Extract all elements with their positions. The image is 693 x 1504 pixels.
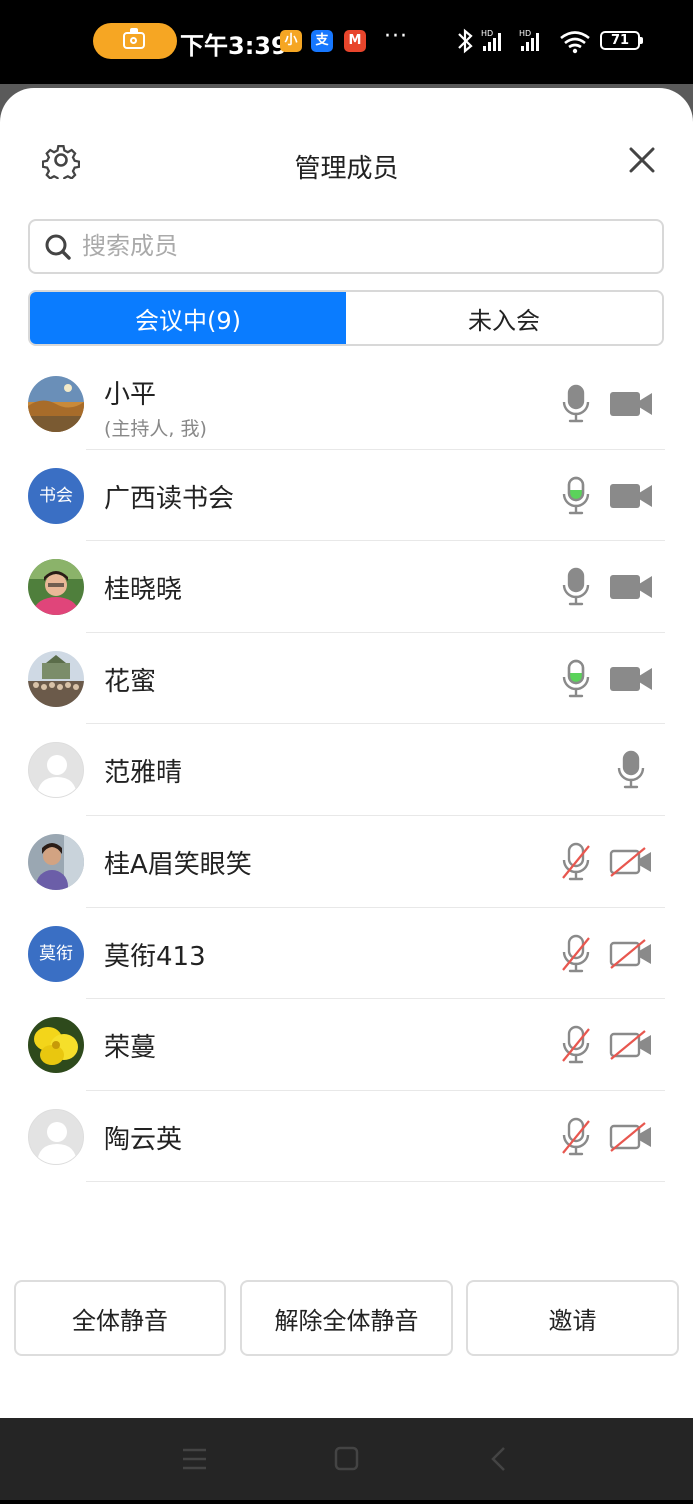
menu-icon [183, 1448, 206, 1470]
member-name: 莫衔413 [104, 941, 206, 972]
search-input[interactable] [82, 227, 642, 265]
member-name: 荣蔓 [104, 1033, 157, 1064]
svg-text:HD: HD [481, 29, 493, 38]
member-role: (主持人, 我) [104, 418, 207, 440]
avatar: 莫衔 [28, 925, 84, 982]
tab-not-joined[interactable]: 未入会 [346, 292, 662, 344]
mic-muted-icon[interactable] [561, 934, 591, 974]
avatar [28, 1108, 84, 1165]
member-row[interactable]: 范雅晴 [0, 724, 693, 816]
svg-text:HD: HD [519, 29, 531, 38]
mute-all-button[interactable]: 全体静音 [14, 1280, 226, 1356]
mic-muted-icon[interactable] [561, 842, 591, 882]
member-name: 小平 [104, 380, 157, 410]
system-nav-bar [0, 1418, 693, 1500]
unmute-all-button[interactable]: 解除全体静音 [240, 1280, 453, 1356]
video-off-icon[interactable] [609, 1121, 653, 1152]
video-camera-icon[interactable] [609, 572, 653, 602]
video-camera-icon[interactable] [609, 664, 653, 694]
video-off-icon[interactable] [609, 938, 653, 969]
signal-icon: HD [481, 29, 501, 51]
microphone-icon[interactable] [561, 567, 591, 607]
manage-members-sheet: 管理成员 会议中(9) 未入会 小平 (主持人, 我) 书会广西读书会桂晓晓花蜜范雅… [0, 88, 693, 1418]
battery-icon: 71 [600, 31, 643, 50]
member-name: 广西读书会 [104, 483, 235, 514]
avatar [28, 650, 84, 707]
search-box[interactable] [28, 219, 664, 274]
video-camera-icon[interactable] [609, 481, 653, 511]
member-row[interactable]: 桂A眉笑眼笑 [0, 816, 693, 908]
more-notifications-icon: ··· [384, 24, 408, 49]
member-row[interactable]: 陶云英 [0, 1091, 693, 1183]
app-notification-icon-2: M [344, 30, 366, 52]
member-row[interactable]: 花蜜 [0, 633, 693, 725]
video-off-icon[interactable] [609, 1030, 653, 1061]
microphone-icon[interactable] [561, 659, 591, 699]
video-camera-icon[interactable] [609, 389, 653, 419]
mic-muted-icon[interactable] [561, 1025, 591, 1065]
member-name: 陶云英 [104, 1124, 183, 1155]
page-title: 管理成员 [294, 154, 399, 184]
signal-icon-2: HD [519, 29, 539, 51]
alipay-icon: 支 [311, 30, 333, 52]
system-status-icons: HD HD [458, 28, 590, 54]
avatar [28, 833, 84, 890]
invite-button[interactable]: 邀请 [466, 1280, 679, 1356]
microphone-icon[interactable] [561, 476, 591, 516]
video-off-icon[interactable] [609, 847, 653, 877]
close-icon[interactable] [624, 142, 660, 178]
member-name: 花蜜 [104, 666, 157, 697]
member-row[interactable]: 桂晓晓 [0, 541, 693, 633]
member-name: 范雅晴 [104, 758, 183, 789]
avatar [28, 742, 84, 799]
member-row[interactable]: 荣蔓 [0, 999, 693, 1091]
avatar [28, 376, 84, 432]
member-row[interactable]: 小平 (主持人, 我) [0, 358, 693, 450]
member-name: 桂晓晓 [104, 575, 183, 606]
avatar [28, 559, 84, 616]
microphone-icon[interactable] [616, 750, 646, 790]
member-list: 小平 (主持人, 我) 书会 广西读书会桂晓晓花蜜范雅晴桂A眉笑眼笑莫衔 莫衔413 荣蔓… [0, 358, 693, 1183]
row-divider [86, 1181, 665, 1183]
screen-record-indicator[interactable] [93, 23, 177, 59]
member-row[interactable]: 莫衔 莫衔413 [0, 908, 693, 1000]
microphone-icon[interactable] [561, 384, 591, 424]
member-name: 桂A眉笑眼笑 [104, 849, 252, 880]
avatar: 书会 [28, 467, 84, 524]
status-time: 下午3:39 [180, 32, 288, 60]
wifi-icon [560, 31, 590, 49]
avatar [28, 1017, 84, 1074]
tab-in-meeting[interactable]: 会议中(9) [30, 292, 346, 344]
back-icon [491, 1447, 505, 1471]
app-notification-icon: 小 [280, 30, 302, 52]
search-icon [45, 234, 71, 260]
home-icon [334, 1446, 359, 1471]
member-row[interactable]: 书会 广西读书会 [0, 450, 693, 542]
camera-icon [123, 28, 145, 49]
mic-muted-icon[interactable] [561, 1117, 591, 1157]
bluetooth-icon [458, 28, 473, 54]
member-tabs: 会议中(9) 未入会 [28, 290, 664, 346]
status-bar: 下午3:39 小 支 M ··· HD HD 71 [0, 0, 693, 84]
